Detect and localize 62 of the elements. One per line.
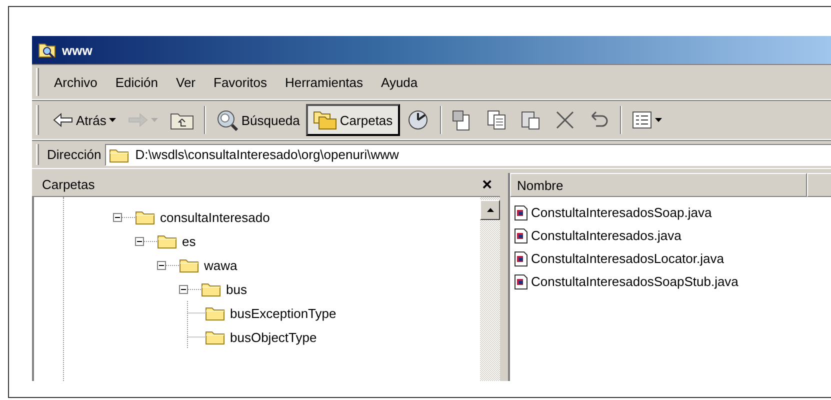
collapse-icon[interactable] [135, 236, 157, 246]
tree-item[interactable]: consultaInteresado [113, 205, 480, 229]
forward-arrow-icon [128, 113, 148, 127]
menu-item[interactable]: Ver [169, 72, 207, 92]
menu-item[interactable]: Herramientas [278, 72, 374, 92]
menu-item[interactable]: Archivo [47, 72, 108, 92]
tree-item-label: busExceptionType [230, 306, 336, 320]
tree-item-label: consultaInteresado [160, 210, 270, 224]
address-label: Dirección [47, 147, 102, 162]
caret-icon [151, 118, 158, 122]
file-name[interactable]: ConstultaInteresados.java [531, 228, 682, 243]
menu-item[interactable]: Edición [108, 72, 169, 92]
history-icon [406, 109, 430, 131]
tree-item[interactable]: wawa [157, 253, 480, 277]
tree-item-label: wawa [204, 258, 238, 272]
folder-icon [205, 305, 225, 321]
folder-icon [135, 209, 155, 225]
caret-icon [109, 118, 116, 122]
java-file-icon [514, 250, 528, 266]
folders-button[interactable]: Carpetas [306, 104, 400, 136]
tree-item[interactable]: es [135, 229, 480, 253]
caret-icon [654, 118, 662, 122]
tree-item[interactable]: bus [179, 277, 480, 301]
folder-icon [179, 257, 199, 273]
back-arrow-icon [53, 113, 73, 127]
paste-icon [520, 109, 542, 131]
views-icon [632, 111, 652, 129]
folders-icon [312, 110, 337, 130]
tree-item-label: busObjectType [230, 330, 317, 344]
collapse-icon[interactable] [113, 212, 135, 222]
column-header[interactable]: Nombre [510, 173, 807, 197]
back-button[interactable]: Atrás [47, 104, 122, 136]
search-button[interactable]: Búsqueda [210, 104, 306, 136]
file-name[interactable]: ConstultaInteresadosSoap.java [531, 205, 712, 220]
collapse-icon[interactable] [157, 260, 179, 270]
folder-search-icon [38, 42, 56, 58]
up-triangle-icon [486, 208, 494, 212]
search-icon [216, 109, 238, 131]
java-file-icon [514, 204, 528, 220]
scroll-up-button[interactable] [480, 200, 500, 220]
file-name[interactable]: ConstultaInteresadosSoapStub.java [531, 274, 738, 289]
java-file-icon [514, 228, 528, 244]
tree-item-label: es [182, 234, 196, 248]
window-title: www [62, 42, 92, 58]
tree-item-label: bus [226, 282, 247, 296]
copy-icon [486, 109, 508, 131]
menu-item[interactable]: Favoritos [206, 72, 278, 92]
java-file-icon [514, 274, 528, 290]
file-name[interactable]: ConstultaInteresadosLocator.java [531, 251, 724, 266]
close-button[interactable]: × [482, 176, 492, 193]
address-field[interactable]: D:\wsdls\consultaInteresado\org\openuri\www [105, 144, 831, 166]
collapse-icon[interactable] [179, 284, 201, 294]
menu-item[interactable]: Ayuda [374, 72, 429, 92]
delete-icon [554, 109, 576, 131]
folder-icon [157, 233, 177, 249]
scrollbar[interactable] [480, 197, 500, 381]
tree-item[interactable]: busExceptionType [183, 301, 480, 325]
folder-icon [109, 146, 130, 162]
tree-item[interactable]: busObjectType [183, 325, 480, 349]
folder-icon [201, 281, 221, 297]
folder-icon [205, 329, 225, 345]
pane-title: Carpetas [42, 177, 95, 192]
